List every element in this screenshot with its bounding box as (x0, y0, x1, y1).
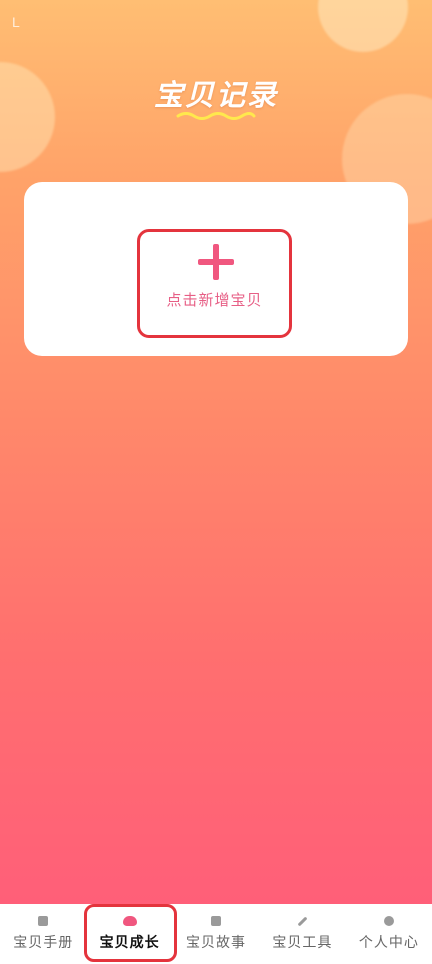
growth-icon (122, 916, 137, 926)
page-title: 宝贝记录 (153, 78, 278, 112)
tab-label: 个人中心 (358, 935, 419, 951)
app-screen: L 宝贝记录 点击新增宝贝 宝贝手册 宝贝成长 宝贝故事 宝贝工具 个人中心 (0, 0, 432, 964)
tab-label: 宝贝成长 (99, 935, 160, 951)
tab-baby-growth[interactable]: 宝贝成长 (86, 904, 172, 964)
tab-label: 宝贝工具 (272, 935, 333, 951)
add-baby-button[interactable]: 点击新增宝贝 (137, 229, 292, 338)
tab-baby-handbook[interactable]: 宝贝手册 (0, 904, 86, 964)
tab-baby-tools[interactable]: 宝贝工具 (259, 904, 345, 964)
book-icon (38, 916, 49, 926)
story-icon (211, 916, 222, 926)
bottom-tab-bar: 宝贝手册 宝贝成长 宝贝故事 宝贝工具 个人中心 (0, 904, 432, 964)
add-baby-label: 点击新增宝贝 (166, 291, 263, 309)
page-header: 宝贝记录 (0, 72, 432, 120)
profile-icon (383, 916, 394, 926)
tab-label: 宝贝故事 (186, 935, 247, 951)
tab-baby-story[interactable]: 宝贝故事 (173, 904, 259, 964)
tab-label: 宝贝手册 (13, 935, 74, 951)
plus-icon (198, 244, 234, 280)
bokeh-circle (318, 0, 408, 52)
status-mark: L (12, 14, 20, 30)
wrench-icon (297, 916, 308, 927)
tab-personal-center[interactable]: 个人中心 (346, 904, 432, 964)
title-underline-icon (176, 112, 256, 120)
